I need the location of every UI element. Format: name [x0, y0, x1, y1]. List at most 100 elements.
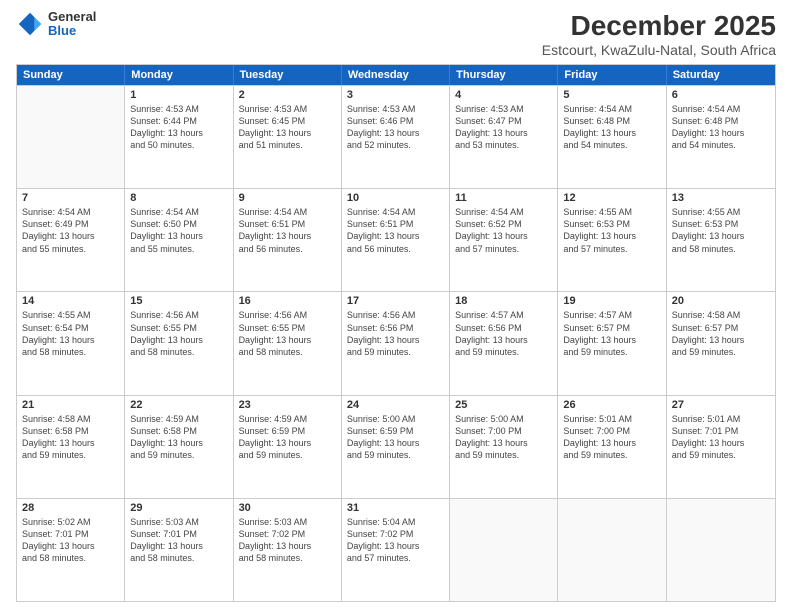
- cell-text: Sunrise: 4:54 AM Sunset: 6:51 PM Dayligh…: [239, 206, 336, 255]
- calendar-cell: 13 Sunrise: 4:55 AM Sunset: 6:53 PM Dayli…: [667, 189, 775, 291]
- day-number: 10: [347, 192, 444, 204]
- calendar-cell: 15Sunrise: 4:56 AM Sunset: 6:55 PM Dayli…: [125, 292, 233, 394]
- calendar-cell: 30 Sunrise: 5:03 AM Sunset: 7:02 PM Dayli…: [234, 499, 342, 601]
- header: General Blue December 2025 Estcourt, Kwa…: [16, 10, 776, 58]
- calendar-cell: 4 Sunrise: 4:53 AM Sunset: 6:47 PM Daylig…: [450, 86, 558, 188]
- day-number: 15: [130, 295, 227, 307]
- logo-general: General: [48, 10, 96, 24]
- calendar-cell: 27 Sunrise: 5:01 AM Sunset: 7:01 PM Dayli…: [667, 396, 775, 498]
- logo-blue: Blue: [48, 24, 96, 38]
- cell-text: Sunrise: 4:57 AM Sunset: 6:57 PM Dayligh…: [563, 309, 660, 358]
- calendar-cell: 2Sunrise: 4:53 AM Sunset: 6:45 PM Daylig…: [234, 86, 342, 188]
- cell-text: Sunrise: 4:59 AM Sunset: 6:58 PM Dayligh…: [130, 413, 227, 462]
- main-title: December 2025: [542, 10, 776, 42]
- calendar-cell: [450, 499, 558, 601]
- calendar-cell: 31Sunrise: 5:04 AM Sunset: 7:02 PM Dayli…: [342, 499, 450, 601]
- calendar-cell: 9Sunrise: 4:54 AM Sunset: 6:51 PM Daylig…: [234, 189, 342, 291]
- logo-text: General Blue: [48, 10, 96, 39]
- day-number: 29: [130, 502, 227, 514]
- cell-text: Sunrise: 4:54 AM Sunset: 6:50 PM Dayligh…: [130, 206, 227, 255]
- day-number: 23: [239, 399, 336, 411]
- day-number: 24: [347, 399, 444, 411]
- cell-text: Sunrise: 5:01 AM Sunset: 7:01 PM Dayligh…: [672, 413, 770, 462]
- calendar-cell: 7 Sunrise: 4:54 AM Sunset: 6:49 PM Daylig…: [17, 189, 125, 291]
- calendar: SundayMondayTuesdayWednesdayThursdayFrid…: [16, 64, 776, 602]
- day-number: 22: [130, 399, 227, 411]
- day-number: 25: [455, 399, 552, 411]
- day-number: 17: [347, 295, 444, 307]
- cell-text: Sunrise: 5:03 AM Sunset: 7:02 PM Dayligh…: [239, 516, 336, 565]
- day-number: 3: [347, 89, 444, 101]
- calendar-row-2: 14Sunrise: 4:55 AM Sunset: 6:54 PM Dayli…: [17, 291, 775, 394]
- calendar-cell: 11Sunrise: 4:54 AM Sunset: 6:52 PM Dayli…: [450, 189, 558, 291]
- calendar-cell: 1Sunrise: 4:53 AM Sunset: 6:44 PM Daylig…: [125, 86, 233, 188]
- title-block: December 2025 Estcourt, KwaZulu-Natal, S…: [542, 10, 776, 58]
- cell-text: Sunrise: 4:53 AM Sunset: 6:47 PM Dayligh…: [455, 103, 552, 152]
- calendar-header-row: SundayMondayTuesdayWednesdayThursdayFrid…: [17, 65, 775, 85]
- calendar-cell: 23 Sunrise: 4:59 AM Sunset: 6:59 PM Dayli…: [234, 396, 342, 498]
- cell-text: Sunrise: 4:55 AM Sunset: 6:53 PM Dayligh…: [563, 206, 660, 255]
- calendar-cell: 25 Sunrise: 5:00 AM Sunset: 7:00 PM Dayli…: [450, 396, 558, 498]
- cell-text: Sunrise: 4:56 AM Sunset: 6:56 PM Dayligh…: [347, 309, 444, 358]
- calendar-cell: [17, 86, 125, 188]
- day-number: 5: [563, 89, 660, 101]
- calendar-cell: 14Sunrise: 4:55 AM Sunset: 6:54 PM Dayli…: [17, 292, 125, 394]
- calendar-row-4: 28 Sunrise: 5:02 AM Sunset: 7:01 PM Dayli…: [17, 498, 775, 601]
- logo-icon: [16, 10, 44, 38]
- calendar-cell: 26Sunrise: 5:01 AM Sunset: 7:00 PM Dayli…: [558, 396, 666, 498]
- day-number: 28: [22, 502, 119, 514]
- calendar-cell: 8 Sunrise: 4:54 AM Sunset: 6:50 PM Daylig…: [125, 189, 233, 291]
- calendar-cell: 20 Sunrise: 4:58 AM Sunset: 6:57 PM Dayli…: [667, 292, 775, 394]
- cell-text: Sunrise: 5:03 AM Sunset: 7:01 PM Dayligh…: [130, 516, 227, 565]
- subtitle: Estcourt, KwaZulu-Natal, South Africa: [542, 42, 776, 58]
- calendar-cell: [558, 499, 666, 601]
- calendar-cell: 29 Sunrise: 5:03 AM Sunset: 7:01 PM Dayli…: [125, 499, 233, 601]
- cell-text: Sunrise: 5:00 AM Sunset: 7:00 PM Dayligh…: [455, 413, 552, 462]
- cell-text: Sunrise: 4:54 AM Sunset: 6:49 PM Dayligh…: [22, 206, 119, 255]
- header-day-monday: Monday: [125, 65, 233, 85]
- calendar-cell: 17 Sunrise: 4:56 AM Sunset: 6:56 PM Dayli…: [342, 292, 450, 394]
- cell-text: Sunrise: 4:59 AM Sunset: 6:59 PM Dayligh…: [239, 413, 336, 462]
- calendar-cell: 5 Sunrise: 4:54 AM Sunset: 6:48 PM Daylig…: [558, 86, 666, 188]
- day-number: 4: [455, 89, 552, 101]
- cell-text: Sunrise: 4:54 AM Sunset: 6:48 PM Dayligh…: [672, 103, 770, 152]
- day-number: 14: [22, 295, 119, 307]
- day-number: 13: [672, 192, 770, 204]
- cell-text: Sunrise: 4:54 AM Sunset: 6:52 PM Dayligh…: [455, 206, 552, 255]
- header-day-tuesday: Tuesday: [234, 65, 342, 85]
- cell-text: Sunrise: 4:54 AM Sunset: 6:48 PM Dayligh…: [563, 103, 660, 152]
- calendar-cell: 3 Sunrise: 4:53 AM Sunset: 6:46 PM Daylig…: [342, 86, 450, 188]
- cell-text: Sunrise: 5:01 AM Sunset: 7:00 PM Dayligh…: [563, 413, 660, 462]
- cell-text: Sunrise: 5:02 AM Sunset: 7:01 PM Dayligh…: [22, 516, 119, 565]
- day-number: 21: [22, 399, 119, 411]
- cell-text: Sunrise: 4:56 AM Sunset: 6:55 PM Dayligh…: [239, 309, 336, 358]
- cell-text: Sunrise: 4:58 AM Sunset: 6:58 PM Dayligh…: [22, 413, 119, 462]
- day-number: 6: [672, 89, 770, 101]
- day-number: 16: [239, 295, 336, 307]
- calendar-cell: 18 Sunrise: 4:57 AM Sunset: 6:56 PM Dayli…: [450, 292, 558, 394]
- cell-text: Sunrise: 4:55 AM Sunset: 6:53 PM Dayligh…: [672, 206, 770, 255]
- calendar-body: 1Sunrise: 4:53 AM Sunset: 6:44 PM Daylig…: [17, 85, 775, 601]
- cell-text: Sunrise: 4:58 AM Sunset: 6:57 PM Dayligh…: [672, 309, 770, 358]
- day-number: 18: [455, 295, 552, 307]
- calendar-cell: 19Sunrise: 4:57 AM Sunset: 6:57 PM Dayli…: [558, 292, 666, 394]
- header-day-sunday: Sunday: [17, 65, 125, 85]
- cell-text: Sunrise: 4:57 AM Sunset: 6:56 PM Dayligh…: [455, 309, 552, 358]
- header-day-thursday: Thursday: [450, 65, 558, 85]
- day-number: 27: [672, 399, 770, 411]
- header-day-friday: Friday: [558, 65, 666, 85]
- calendar-cell: 10 Sunrise: 4:54 AM Sunset: 6:51 PM Dayli…: [342, 189, 450, 291]
- cell-text: Sunrise: 4:53 AM Sunset: 6:44 PM Dayligh…: [130, 103, 227, 152]
- cell-text: Sunrise: 5:04 AM Sunset: 7:02 PM Dayligh…: [347, 516, 444, 565]
- day-number: 2: [239, 89, 336, 101]
- day-number: 20: [672, 295, 770, 307]
- day-number: 30: [239, 502, 336, 514]
- page: General Blue December 2025 Estcourt, Kwa…: [0, 0, 792, 612]
- calendar-row-1: 7 Sunrise: 4:54 AM Sunset: 6:49 PM Daylig…: [17, 188, 775, 291]
- calendar-row-0: 1Sunrise: 4:53 AM Sunset: 6:44 PM Daylig…: [17, 85, 775, 188]
- header-day-saturday: Saturday: [667, 65, 775, 85]
- cell-text: Sunrise: 4:53 AM Sunset: 6:46 PM Dayligh…: [347, 103, 444, 152]
- cell-text: Sunrise: 4:54 AM Sunset: 6:51 PM Dayligh…: [347, 206, 444, 255]
- day-number: 7: [22, 192, 119, 204]
- day-number: 8: [130, 192, 227, 204]
